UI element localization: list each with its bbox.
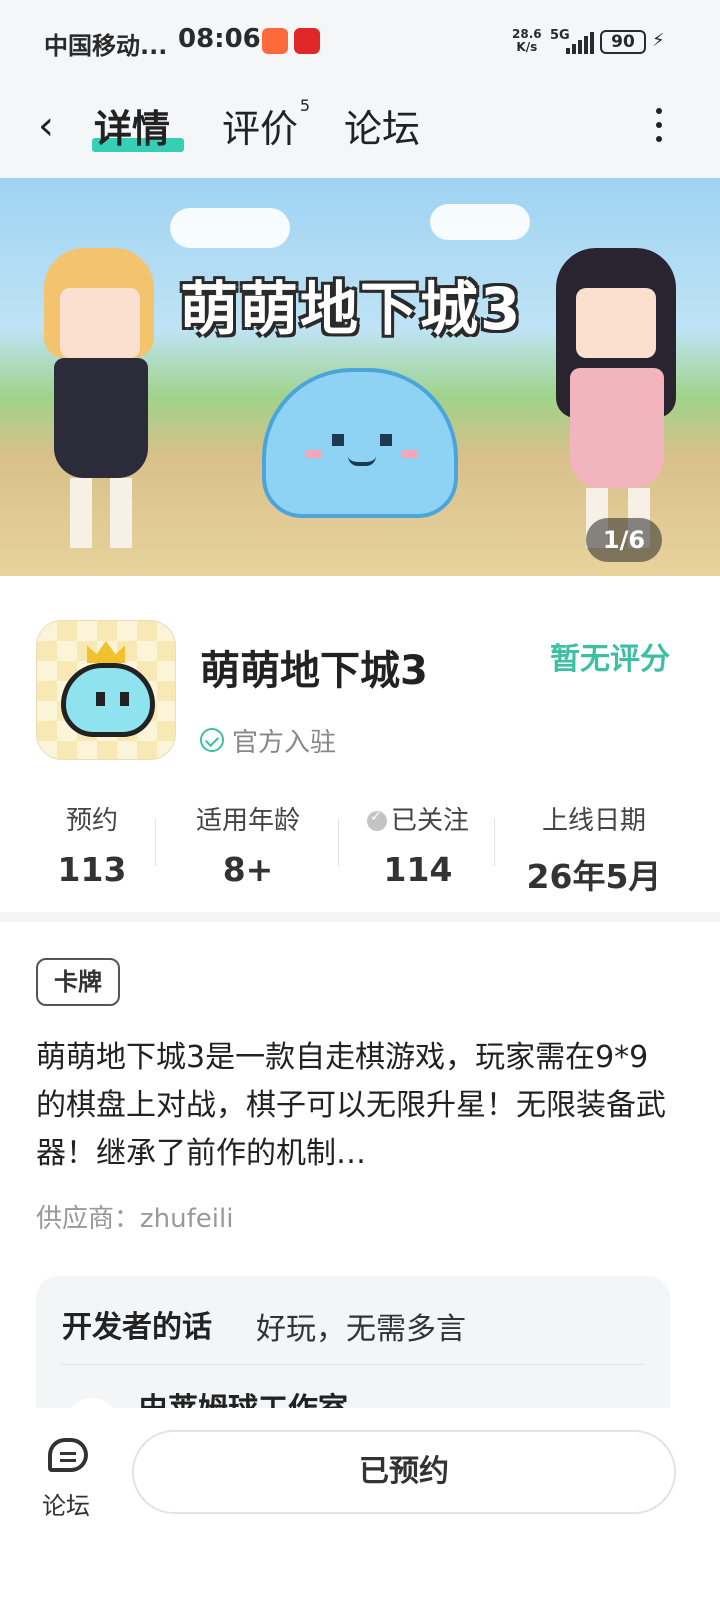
status-bar: 中国移动... 08:06 28.6 K/s 5G 90 ⚡ xyxy=(0,0,720,86)
tab-forum[interactable]: 论坛 xyxy=(344,98,420,153)
top-nav: ‹ 详情 评价 5 论坛 xyxy=(0,86,720,178)
crown-icon xyxy=(87,641,125,663)
reserved-button[interactable]: 已预约 xyxy=(132,1430,676,1514)
forum-entry-label[interactable]: 论坛 xyxy=(42,1486,90,1521)
character-blonde-girl xyxy=(14,218,184,558)
slime-character xyxy=(262,368,458,518)
carousel-counter: 1/6 xyxy=(586,518,662,562)
more-vertical-icon[interactable] xyxy=(654,108,664,148)
signal-icon xyxy=(566,32,594,54)
cloud-decoration xyxy=(170,208,290,248)
stat-reservations: 预约 113 xyxy=(57,806,127,889)
battery-icon: 90 xyxy=(600,30,646,54)
cloud-decoration xyxy=(430,204,530,240)
followed-heart-icon xyxy=(366,809,387,831)
charging-icon: ⚡ xyxy=(652,30,665,51)
carrier-label: 中国移动... xyxy=(44,32,168,60)
review-count-badge: 5 xyxy=(299,96,311,115)
stat-release-date: 上线日期 26年5月 xyxy=(526,806,662,896)
stat-age-rating: 适用年龄 8+ xyxy=(195,806,300,889)
official-badge: 官方入驻 xyxy=(232,728,337,758)
section-separator xyxy=(0,912,720,922)
chat-bubble-icon[interactable] xyxy=(48,1438,88,1472)
divider xyxy=(155,818,156,866)
app-icon xyxy=(36,620,176,760)
clock: 08:06 xyxy=(178,24,261,54)
tab-detail[interactable]: 详情 xyxy=(94,98,170,153)
verified-check-icon xyxy=(200,728,224,752)
developer-note-title: 开发者的话 xyxy=(62,1310,212,1345)
stat-followers[interactable]: 已关注 114 xyxy=(354,800,482,889)
rating-status: 暂无评分 xyxy=(550,642,670,677)
chevron-left-icon[interactable]: ‹ xyxy=(38,106,78,150)
app-notification-icon xyxy=(294,28,320,54)
app-notification-icon xyxy=(262,28,288,54)
genre-tag[interactable]: 卡牌 xyxy=(36,958,120,1006)
developer-note-message: 好玩，无需多言 xyxy=(256,1312,466,1347)
screenshot-carousel[interactable]: 萌萌地下城3 1/6 xyxy=(0,178,720,576)
supplier-label: 供应商：zhufeili xyxy=(36,1204,234,1234)
app-name: 萌萌地下城3 xyxy=(200,648,428,694)
app-description[interactable]: 萌萌地下城3是一款自走棋游戏，玩家需在9*9的棋盘上对战，棋子可以无限升星！无限… xyxy=(36,1034,666,1178)
character-dark-hair-girl xyxy=(536,218,706,558)
divider xyxy=(62,1364,644,1365)
banner-title: 萌萌地下城3 xyxy=(180,275,523,343)
divider xyxy=(338,818,339,866)
tab-review[interactable]: 评价 5 xyxy=(222,96,310,153)
divider xyxy=(494,818,495,866)
bottom-action-bar: 论坛 已预约 xyxy=(0,1408,720,1598)
network-speed: 28.6 K/s xyxy=(512,27,542,54)
slime-icon xyxy=(61,663,155,737)
